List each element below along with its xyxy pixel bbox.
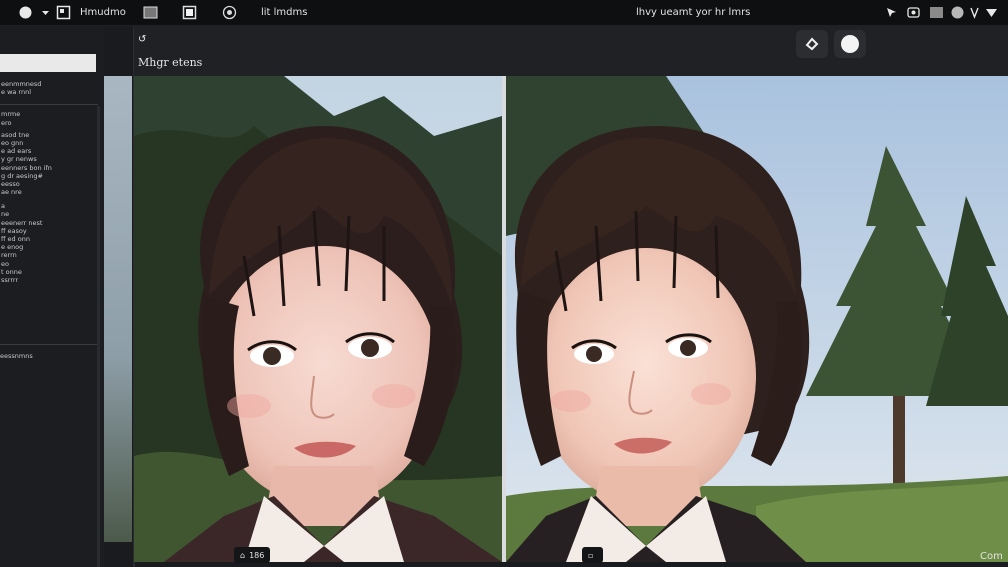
target-icon[interactable] bbox=[222, 5, 237, 20]
portrait-image bbox=[506, 76, 1008, 562]
chevron-icon[interactable] bbox=[984, 5, 999, 20]
list-item[interactable]: ae nre bbox=[0, 188, 98, 196]
result-image[interactable] bbox=[506, 76, 1008, 562]
list-item[interactable]: eenners bon ifn bbox=[0, 164, 98, 172]
list-item[interactable]: t onne bbox=[0, 268, 98, 276]
list-item[interactable]: ssrrrr bbox=[0, 276, 98, 284]
circle-icon bbox=[841, 35, 859, 53]
list-item[interactable]: g dr aesing# bbox=[0, 172, 98, 180]
list-item[interactable]: mrme bbox=[0, 110, 98, 118]
cursor-icon[interactable] bbox=[884, 5, 899, 20]
app-logo-icon[interactable] bbox=[18, 5, 33, 20]
canvas-side-strip bbox=[104, 76, 132, 542]
sync-icon[interactable] bbox=[950, 5, 965, 20]
layer-list: eenmmnesd e wa rnnl mrme ero asod tne eo… bbox=[0, 80, 98, 284]
list-item[interactable]: a bbox=[0, 202, 98, 210]
canvas-title: Mhgr etens bbox=[138, 56, 203, 69]
list-item[interactable]: eo gnn bbox=[0, 139, 98, 147]
wifi-icon[interactable] bbox=[967, 5, 982, 20]
camera-icon[interactable] bbox=[906, 5, 921, 20]
list-item[interactable]: y gr nenws bbox=[0, 155, 98, 163]
list-item[interactable]: e wa rnnl bbox=[0, 88, 98, 96]
window-title: lhvy ueamt yor hr lmrs bbox=[636, 7, 751, 18]
list-item[interactable]: ff easoy bbox=[0, 227, 98, 235]
list-item[interactable]: e enog bbox=[0, 243, 98, 251]
list-item[interactable]: eo bbox=[0, 260, 98, 268]
scrollbar[interactable] bbox=[97, 106, 100, 567]
frame-icon[interactable] bbox=[182, 5, 197, 20]
list-item[interactable]: ff ed onn bbox=[0, 235, 98, 243]
undo-icon[interactable]: ↺ bbox=[138, 34, 146, 45]
menu-item[interactable]: lit lmdms bbox=[261, 7, 307, 18]
layer-group: mrme ero bbox=[0, 110, 98, 126]
layer-group: a ne eeenerr nest ff easoy ff ed onn e e… bbox=[0, 202, 98, 284]
divider bbox=[0, 104, 98, 105]
image-icon: ▫ bbox=[588, 550, 594, 560]
list-item[interactable]: eeenerr nest bbox=[0, 219, 98, 227]
window-icon[interactable] bbox=[143, 5, 158, 20]
status-chip-left[interactable]: ⌂ 186 bbox=[234, 547, 271, 563]
status-chip-right[interactable]: ▫ bbox=[582, 547, 604, 563]
list-item[interactable]: asod tne bbox=[0, 131, 98, 139]
layers-panel: eenmmnesd e wa rnnl mrme ero asod tne eo… bbox=[0, 26, 104, 567]
list-item[interactable]: ero bbox=[0, 119, 98, 127]
panel-footer-label: eessnmns bbox=[0, 352, 33, 360]
status-value: 186 bbox=[249, 550, 265, 560]
compare-label[interactable]: Com bbox=[980, 551, 1003, 562]
file-icon[interactable] bbox=[56, 5, 71, 20]
eraser-button[interactable] bbox=[796, 30, 828, 58]
list-item[interactable]: rerrn bbox=[0, 251, 98, 259]
layer-group: eenmmnesd e wa rnnl bbox=[0, 80, 98, 96]
menu-bar: Hmudmo lit lmdms lhvy ueamt yor hr lmrs bbox=[0, 0, 1008, 26]
search-input[interactable] bbox=[0, 54, 96, 72]
list-item[interactable]: e ad ears bbox=[0, 147, 98, 155]
menu-item[interactable]: Hmudmo bbox=[80, 7, 126, 18]
image-icon: ⌂ bbox=[240, 550, 246, 560]
list-item[interactable]: ne bbox=[0, 210, 98, 218]
original-image[interactable] bbox=[134, 76, 502, 562]
list-item[interactable]: eesso bbox=[0, 180, 98, 188]
canvas-area: ↺ Mhgr etens ⌂ 186 ▫ Com bbox=[104, 26, 1008, 567]
battery-icon[interactable] bbox=[929, 5, 944, 20]
canvas-header: ↺ Mhgr etens bbox=[134, 26, 1008, 76]
color-button[interactable] bbox=[834, 30, 866, 58]
portrait-image bbox=[134, 76, 502, 562]
divider bbox=[0, 344, 98, 345]
list-item[interactable]: eenmmnesd bbox=[0, 80, 98, 88]
layer-group: asod tne eo gnn e ad ears y gr nenws een… bbox=[0, 131, 98, 197]
eraser-icon bbox=[805, 37, 819, 51]
dropdown-arrow-icon[interactable] bbox=[38, 5, 53, 20]
